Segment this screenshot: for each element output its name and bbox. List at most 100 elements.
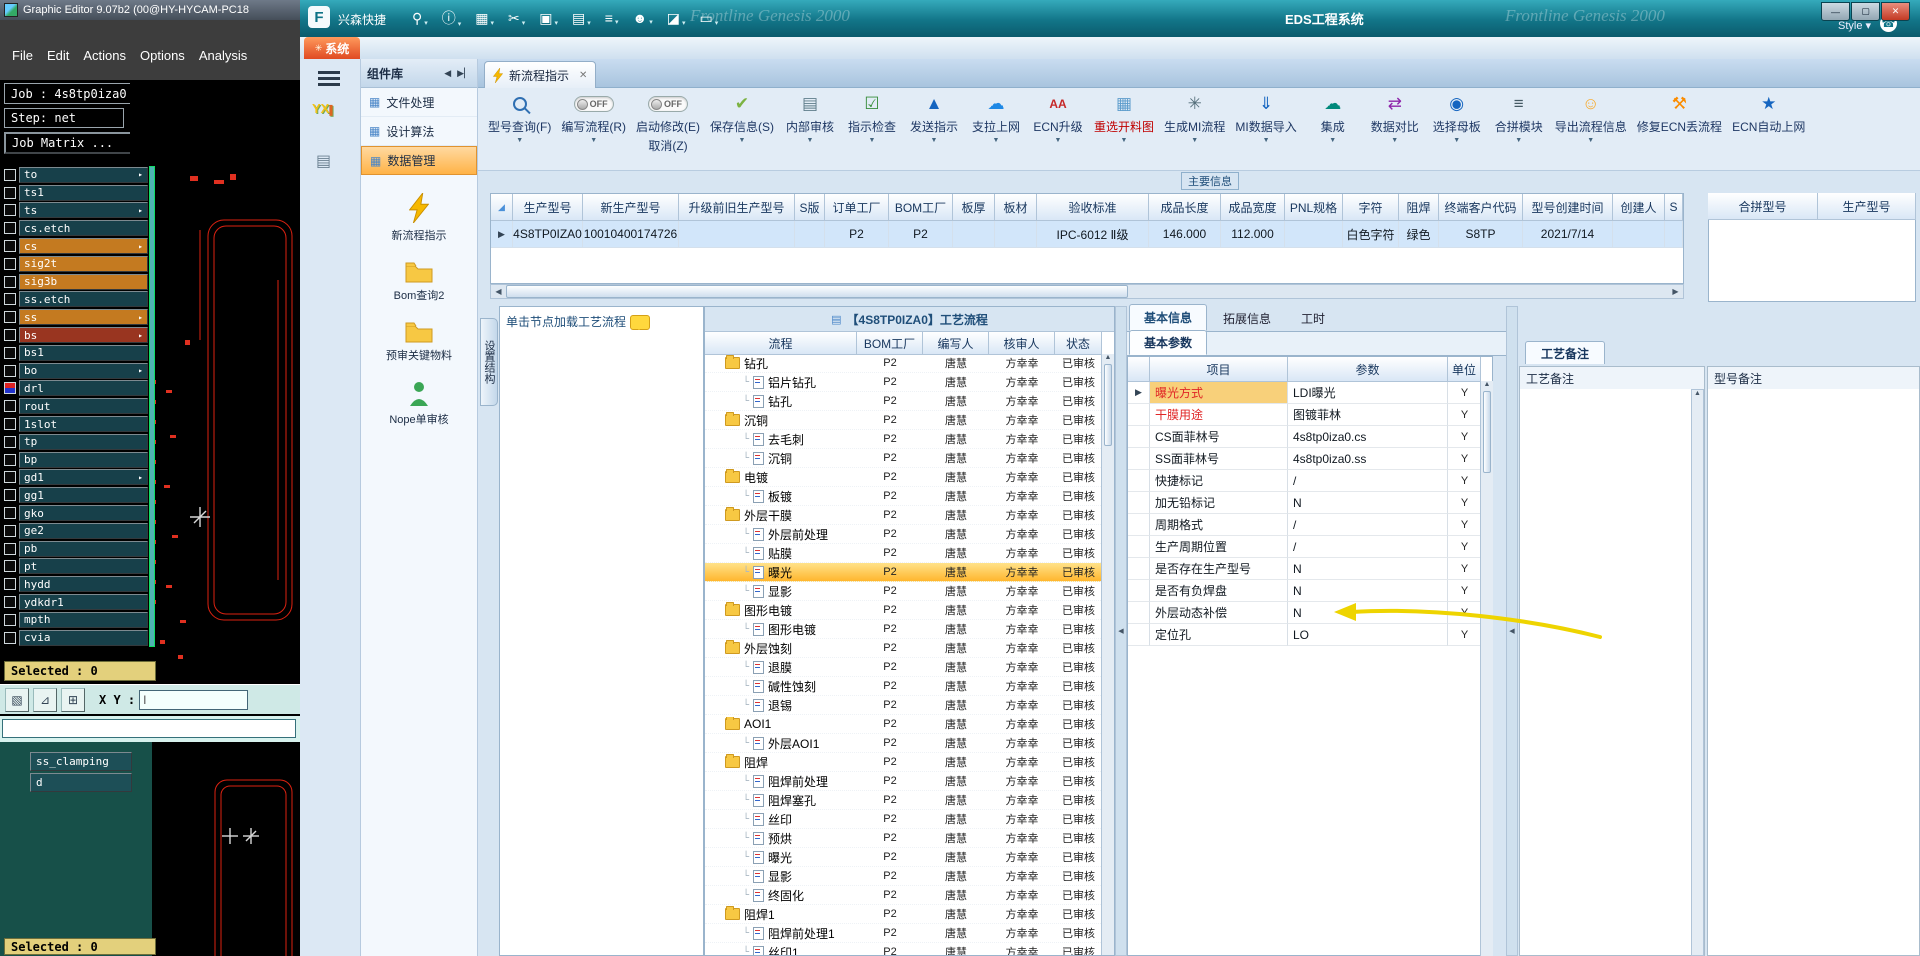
layer-visibility-icon[interactable]	[4, 596, 16, 609]
info-icon[interactable]: ⓘ ▾	[442, 8, 462, 28]
param-row-干膜用途[interactable]: 干膜用途 图镀菲林 Y	[1128, 404, 1492, 426]
notes-vscrollbar[interactable]: ▲	[1691, 389, 1704, 956]
params-vscrollbar[interactable]: ▲	[1480, 381, 1493, 956]
toolbar-button-导出流程信息[interactable]: ☺ 导出流程信息 ▼	[1555, 92, 1627, 149]
toolbar-button-支拉上网[interactable]: ☁ 支拉上网 ▼	[970, 92, 1022, 149]
cell[interactable]: 4S8TP0IZA0	[513, 221, 583, 248]
layer-visibility-icon[interactable]	[4, 240, 16, 253]
tab-工时[interactable]: 工时	[1287, 306, 1339, 331]
column-header-终端客户代码[interactable]: 终端客户代码	[1439, 194, 1523, 221]
flow-node-电镀[interactable]: 电镀 P2 唐慧 方幸幸 已审核	[705, 468, 1103, 487]
users-icon[interactable]: ☻ ▾	[632, 10, 652, 26]
flow-node-外层AOI1[interactable]: └ 外层AOI1 P2 唐慧 方幸幸 已审核	[705, 734, 1103, 753]
layer-visibility-icon[interactable]	[4, 186, 16, 199]
toolbar-button-修复ECN丢流程[interactable]: ⚒ 修复ECN丢流程	[1637, 92, 1722, 149]
layer-button-bp[interactable]: bp	[19, 451, 148, 468]
column-header-S版[interactable]: S版	[795, 194, 825, 221]
flow-column-header-核审人[interactable]: 核审人	[989, 332, 1055, 355]
flow-node-外层蚀刻[interactable]: 外层蚀刻 P2 唐慧 方幸幸 已审核	[705, 639, 1103, 658]
scroll-left-icon[interactable]: ◀	[491, 287, 506, 296]
layer-button-sig2t[interactable]: sig2t	[19, 255, 148, 272]
flow-node-退膜[interactable]: └ 退膜 P2 唐慧 方幸幸 已审核	[705, 658, 1103, 677]
chart-icon[interactable]: ◪ ▾	[667, 10, 686, 27]
param-value[interactable]: /	[1288, 536, 1448, 558]
tab-基本信息[interactable]: 基本信息	[1129, 304, 1208, 331]
column-header-创建人[interactable]: 创建人	[1613, 194, 1665, 221]
cell[interactable]: 112.000	[1221, 221, 1285, 248]
layer-button-hydd[interactable]: hydd	[19, 576, 148, 593]
cell[interactable]	[679, 221, 795, 248]
flow-node-碱性蚀刻[interactable]: └ 碱性蚀刻 P2 唐慧 方幸幸 已审核	[705, 677, 1103, 696]
layer-visibility-icon[interactable]	[4, 435, 16, 448]
flow-node-图形电镀[interactable]: └ 图形电镀 P2 唐慧 方幸幸 已审核	[705, 620, 1103, 639]
flow-node-丝印[interactable]: └ 丝印 P2 唐慧 方幸幸 已审核	[705, 810, 1103, 829]
layer-visibility-icon[interactable]	[4, 257, 16, 270]
tab-process-notes[interactable]: 工艺备注	[1525, 341, 1605, 364]
shortcut-Nope单审核[interactable]: Nope单审核	[361, 381, 477, 427]
params-column-header-单位[interactable]: 单位	[1448, 357, 1481, 382]
process-notes-body[interactable]	[1519, 389, 1705, 956]
param-value[interactable]: LDI曝光	[1288, 382, 1448, 404]
column-header-成品长度[interactable]: 成品长度	[1149, 194, 1221, 221]
column-header-PNL规格[interactable]: PNL规格	[1285, 194, 1343, 221]
layer-visibility-icon[interactable]	[4, 222, 16, 235]
param-row-CS面菲林号[interactable]: CS面菲林号 4s8tp0iza0.cs Y	[1128, 426, 1492, 448]
main-info-hscrollbar[interactable]: ◀ ▶	[490, 284, 1684, 299]
cell[interactable]	[1285, 221, 1343, 248]
pinned-column-header-合拼型号[interactable]: 合拼型号	[1708, 193, 1818, 220]
param-row-定位孔[interactable]: 定位孔 LO Y	[1128, 624, 1492, 646]
flow-node-外层干膜[interactable]: 外层干膜 P2 唐慧 方幸幸 已审核	[705, 506, 1103, 525]
splitter-right[interactable]: ◀	[1506, 306, 1518, 956]
shortcut-新流程指示[interactable]: 新流程指示	[361, 193, 477, 243]
layer-visibility-icon[interactable]	[4, 453, 16, 466]
layer-button-sig3b[interactable]: sig3b	[19, 273, 148, 290]
layer-button-ts[interactable]: ts ▸	[19, 202, 148, 219]
layer-visibility-icon[interactable]	[4, 524, 16, 537]
flow-column-header-状态[interactable]: 状态	[1055, 332, 1102, 355]
param-row-外层动态补偿[interactable]: 外层动态补偿 N Y	[1128, 602, 1492, 624]
flow-node-曝光[interactable]: └ 曝光 P2 唐慧 方幸幸 已审核	[705, 563, 1103, 582]
toolbar-button-编写流程(R)[interactable]: OFF 编写流程(R) ▼	[561, 92, 626, 149]
cell[interactable]: P2	[825, 221, 889, 248]
grid-icon[interactable]: ▦ ▾	[475, 10, 494, 27]
layer-button-bo[interactable]: bo ▸	[19, 362, 148, 379]
param-value[interactable]: /	[1288, 470, 1448, 492]
toolbar-button-ECN自动上网[interactable]: ★ ECN自动上网	[1732, 92, 1805, 149]
toolbar-button-发送指示[interactable]: ▲ 发送指示 ▼	[908, 92, 960, 149]
layer-button-cvia[interactable]: cvia	[19, 629, 148, 646]
tab-拓展信息[interactable]: 拓展信息	[1209, 306, 1285, 331]
layer-visibility-icon[interactable]	[4, 507, 16, 520]
cell[interactable]: P2	[889, 221, 953, 248]
toolbar-button-内部审核[interactable]: ▤ 内部审核 ▼	[784, 92, 836, 149]
pcb-canvas[interactable]	[130, 80, 300, 956]
scroll-right-icon[interactable]: ▶	[1668, 287, 1683, 296]
params-column-header-参数[interactable]: 参数	[1288, 357, 1448, 382]
param-value[interactable]: 4s8tp0iza0.ss	[1288, 448, 1448, 470]
model-notes-body[interactable]	[1707, 389, 1920, 956]
column-header-S[interactable]: S	[1665, 194, 1683, 221]
xy-input[interactable]: I	[139, 689, 249, 710]
menu-edit[interactable]: Edit	[47, 48, 69, 63]
param-row-周期格式[interactable]: 周期格式 / Y	[1128, 514, 1492, 536]
window-icon[interactable]: ▣ ▾	[539, 10, 558, 27]
printer-icon[interactable]: ▤	[316, 151, 331, 171]
layer-button-ss[interactable]: ss ▸	[19, 309, 148, 326]
toolbar-button-选择母板[interactable]: ◉ 选择母板 ▼	[1431, 92, 1483, 149]
cell[interactable]: 绿色	[1399, 221, 1439, 248]
layer-visibility-icon[interactable]	[4, 346, 16, 359]
scissors-icon[interactable]: ✂ ▾	[508, 10, 525, 27]
scroll-thumb[interactable]	[1483, 391, 1491, 473]
cell[interactable]: S8TP	[1439, 221, 1523, 248]
layer-visibility-icon[interactable]	[4, 560, 16, 573]
toolbar-button-指示检查[interactable]: ☑ 指示检查 ▼	[846, 92, 898, 149]
command-input[interactable]	[2, 719, 296, 738]
cell[interactable]	[1665, 221, 1683, 248]
component-group-文件处理[interactable]: ▦ 文件处理	[361, 88, 477, 117]
column-header-生产型号[interactable]: 生产型号	[513, 194, 583, 221]
search-icon[interactable]: ⚲ ▾	[412, 10, 428, 27]
graphic-editor-titlebar[interactable]: Graphic Editor 9.07b2 (00@HY-HYCAM-PC18	[0, 0, 300, 20]
flow-node-阻焊前处理1[interactable]: └ 阻焊前处理1 P2 唐慧 方幸幸 已审核	[705, 924, 1103, 943]
column-header-板厚[interactable]: 板厚	[953, 194, 995, 221]
main-info-data-row[interactable]: ▶ 4S8TP0IZA0 10010400174726 P2 P2 IPC-6012 Ⅱ级…	[491, 221, 1683, 248]
layer-button-mpth[interactable]: mpth	[19, 611, 148, 628]
